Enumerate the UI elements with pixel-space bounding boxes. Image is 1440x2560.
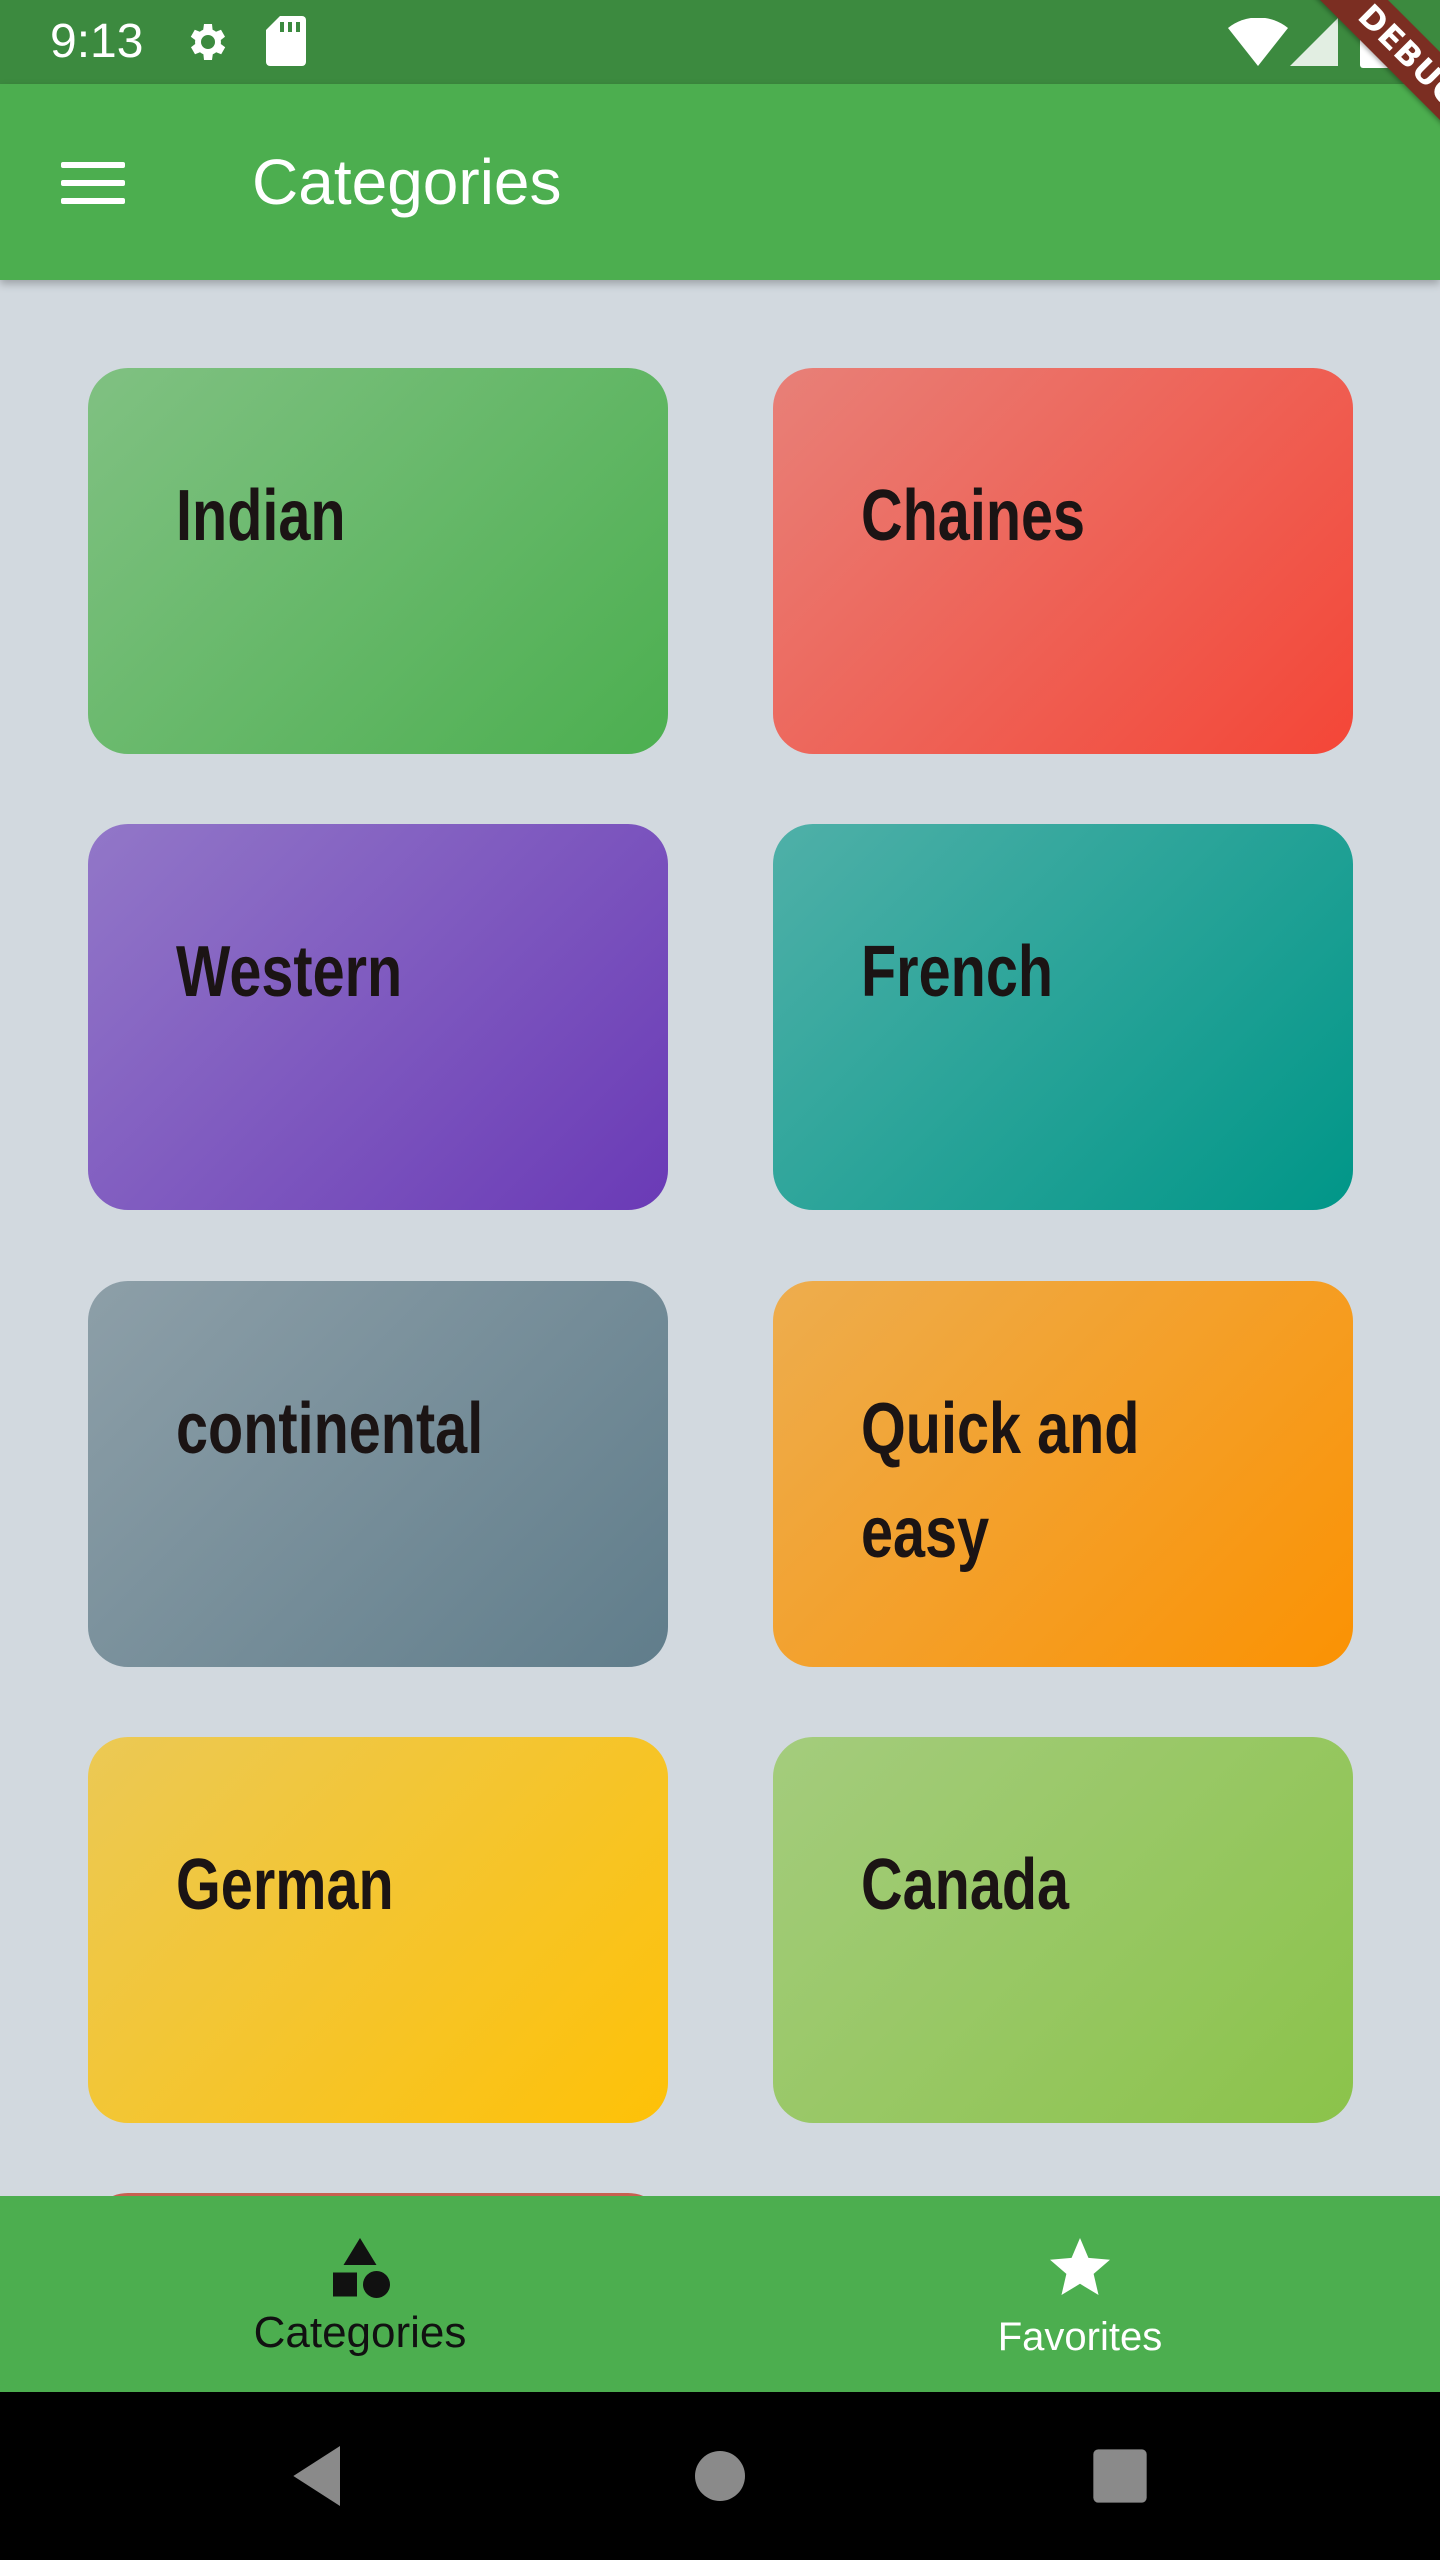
recents-icon[interactable] bbox=[1080, 2436, 1160, 2516]
gear-icon bbox=[190, 24, 226, 60]
wifi-icon bbox=[1228, 18, 1288, 66]
category-label: Quick and easy bbox=[861, 1389, 1140, 1573]
nav-tab-favorites[interactable]: Favorites bbox=[720, 2196, 1440, 2392]
category-label: Indian bbox=[176, 476, 346, 556]
star-icon bbox=[1050, 2238, 1110, 2295]
nav-label: Categories bbox=[253, 2308, 467, 2357]
signal-icon bbox=[1290, 18, 1338, 66]
category-label: Western bbox=[176, 932, 403, 1012]
category-card-indian[interactable]: Indian bbox=[88, 368, 668, 754]
menu-button[interactable] bbox=[48, 138, 138, 228]
nav-tab-categories[interactable]: Categories bbox=[0, 2196, 720, 2392]
nav-label: Favorites bbox=[997, 2315, 1163, 2359]
hamburger-menu-icon bbox=[61, 162, 125, 204]
app-bar: Categories bbox=[0, 84, 1440, 280]
category-label: continental bbox=[176, 1389, 484, 1469]
shapes-icon bbox=[333, 2238, 390, 2298]
home-icon[interactable] bbox=[680, 2436, 760, 2516]
category-grid: Indian Chaines Western French continenta… bbox=[0, 280, 1440, 2196]
category-label: Chaines bbox=[861, 476, 1086, 556]
category-card-continental[interactable]: continental bbox=[88, 1281, 668, 1667]
category-label: Canada bbox=[861, 1845, 1070, 1925]
system-navigation-bar bbox=[0, 2392, 1440, 2560]
status-time: 9:13 bbox=[50, 15, 144, 68]
category-card-chaines[interactable]: Chaines bbox=[773, 368, 1353, 754]
category-card-western[interactable]: Western bbox=[88, 824, 668, 1210]
page-title: Categories bbox=[252, 146, 562, 218]
status-bar: 9:13 bbox=[0, 0, 1440, 84]
category-card-quick-and-easy[interactable]: Quick and easy bbox=[773, 1281, 1353, 1667]
sd-card-icon bbox=[266, 16, 306, 66]
category-card-french[interactable]: French bbox=[773, 824, 1353, 1210]
category-card-german[interactable]: German bbox=[88, 1737, 668, 2123]
bottom-navigation: Categories Favorites bbox=[0, 2196, 1440, 2392]
category-label: German bbox=[176, 1845, 394, 1925]
category-label: French bbox=[861, 932, 1054, 1012]
back-icon[interactable] bbox=[280, 2436, 360, 2516]
battery-icon bbox=[1360, 14, 1390, 68]
category-card-canada[interactable]: Canada bbox=[773, 1737, 1353, 2123]
